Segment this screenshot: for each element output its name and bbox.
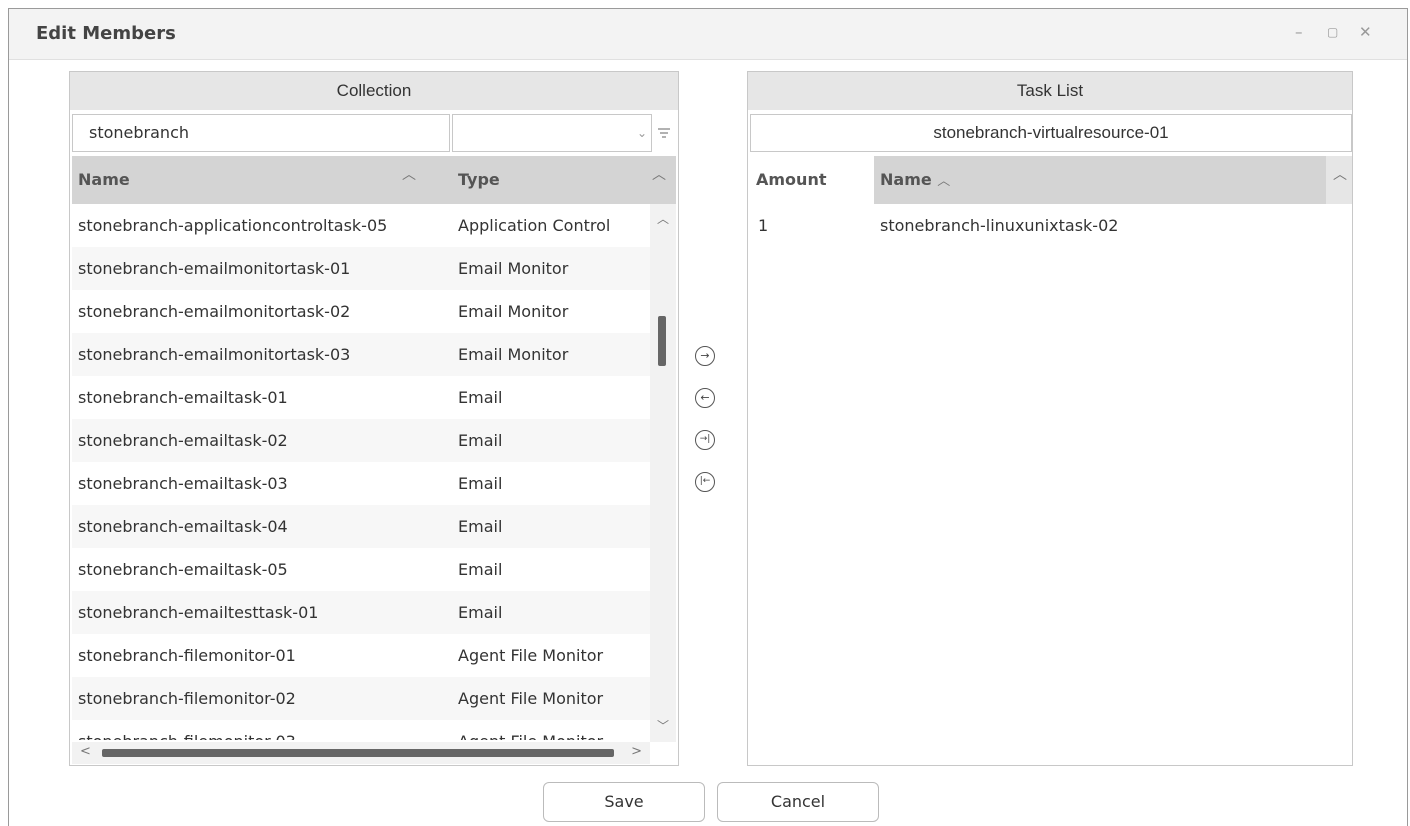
row-type: Agent File Monitor [458,646,604,665]
row-name: stonebranch-emailmonitortask-03 [78,345,351,364]
column-header-amount[interactable]: Amount [756,170,826,189]
row-name: stonebranch-emailtask-02 [78,431,288,450]
scroll-left-icon[interactable]: < [80,744,91,759]
row-name: stonebranch-emailmonitortask-02 [78,302,351,321]
table-row[interactable]: stonebranch-emailmonitortask-03 Email Mon… [72,333,650,376]
row-name: stonebranch-filemonitor-03 [78,720,296,740]
row-type: Agent File Monitor [458,720,603,740]
row-type: Email [458,560,503,579]
task-list-header: Task List [748,72,1352,110]
dialog-titlebar[interactable]: Edit Members – ▢ ✕ [9,9,1407,60]
table-row[interactable]: stonebranch-emailtask-05 Email [72,548,650,591]
collection-rows: stonebranch-applicationcontroltask-05 App… [72,204,650,740]
table-row[interactable]: stonebranch-emailtask-04 Email [72,505,650,548]
table-row[interactable]: stonebranch-applicationcontroltask-05 App… [72,204,650,247]
row-type: Email [458,603,503,622]
row-name: stonebranch-filemonitor-01 [78,646,296,665]
scroll-right-icon[interactable]: > [631,744,642,759]
row-type: Email Monitor [458,259,569,278]
remove-all-icon[interactable]: |← [695,472,715,492]
row-type: Email [458,431,503,450]
row-name: stonebranch-emailtask-05 [78,560,288,579]
row-name: stonebranch-emailtesttask-01 [78,603,319,622]
task-list-panel: Task List stonebranch-virtualresource-01… [747,71,1353,766]
table-row[interactable]: stonebranch-emailmonitortask-02 Email Mon… [72,290,650,333]
table-row[interactable]: stonebranch-filemonitor-02 Agent File Mon… [72,677,650,720]
row-type: Application Control [458,216,611,235]
sort-icon[interactable]: ︿ [652,164,666,184]
collection-grid-header: Name ︿ Type ︿ [72,156,676,204]
row-type: Email Monitor [458,345,569,364]
name-filter-input[interactable]: stonebranch [72,114,450,152]
row-type: Email [458,474,503,493]
table-row[interactable]: stonebranch-emailtesttask-01 Email [72,591,650,634]
minimize-icon[interactable]: – [1295,23,1303,41]
add-selected-icon[interactable]: → [695,346,715,366]
dialog-title: Edit Members [36,23,176,44]
task-list-grid-header: Amount Name ︿ ︿ [750,156,1352,204]
table-row[interactable]: stonebranch-emailmonitortask-01 Email Mon… [72,247,650,290]
scrollbar-thumb[interactable] [102,749,614,757]
row-name: stonebranch-filemonitor-02 [78,689,296,708]
type-filter-select[interactable]: ⌄ [452,114,652,152]
scroll-up-icon[interactable]: ︿ [1333,164,1347,184]
column-header-name[interactable]: Name [78,170,130,189]
column-header-name[interactable]: Name ︿ [880,170,950,189]
resource-name-field: stonebranch-virtualresource-01 [750,114,1352,152]
row-type: Email [458,517,503,536]
close-icon[interactable]: ✕ [1359,23,1372,41]
row-type: Email [458,388,503,407]
row-type: Agent File Monitor [458,689,604,708]
scroll-down-icon[interactable]: ﹀ [657,717,669,734]
row-name: stonebranch-emailmonitortask-01 [78,259,351,278]
sort-icon[interactable]: ︿ [402,164,416,184]
row-name: stonebranch-linuxunixtask-02 [880,216,1119,235]
row-amount: 1 [758,216,769,235]
row-name: stonebranch-emailtask-04 [78,517,288,536]
edit-members-dialog: Edit Members – ▢ ✕ Collection stonebranc… [8,8,1408,826]
maximize-icon[interactable]: ▢ [1327,25,1338,39]
collection-panel: Collection stonebranch ⌄ Name ︿ Type ︿ s… [69,71,679,766]
remove-selected-icon[interactable]: ← [695,388,715,408]
chevron-down-icon: ⌄ [636,126,647,140]
collection-header: Collection [70,72,678,110]
table-row[interactable]: stonebranch-filemonitor-03 Agent File Mon… [72,720,650,740]
row-type: Email Monitor [458,302,569,321]
filter-icon[interactable] [655,124,673,142]
row-name: stonebranch-emailtask-03 [78,474,288,493]
column-header-name-label: Name [880,170,932,189]
row-name: stonebranch-applicationcontroltask-05 [78,216,388,235]
table-row[interactable]: stonebranch-filemonitor-01 Agent File Mon… [72,634,650,677]
cancel-button[interactable]: Cancel [717,782,879,822]
horizontal-scrollbar[interactable]: < > [72,742,650,764]
collection-filter-row: stonebranch ⌄ [72,114,676,154]
table-row[interactable]: stonebranch-emailtask-02 Email [72,419,650,462]
scrollbar-thumb[interactable] [658,316,666,366]
save-button[interactable]: Save [543,782,705,822]
vertical-scrollbar[interactable]: ︿ ﹀ [650,204,676,742]
row-name: stonebranch-emailtask-01 [78,388,288,407]
add-all-icon[interactable]: →| [695,430,715,450]
scroll-up-icon[interactable]: ︿ [657,210,669,227]
column-header-type[interactable]: Type [458,170,500,189]
table-row[interactable]: stonebranch-emailtask-03 Email [72,462,650,505]
sort-icon: ︿ [937,174,951,189]
table-row[interactable]: 1 stonebranch-linuxunixtask-02 [750,204,1326,247]
table-row[interactable]: stonebranch-emailtask-01 Email [72,376,650,419]
